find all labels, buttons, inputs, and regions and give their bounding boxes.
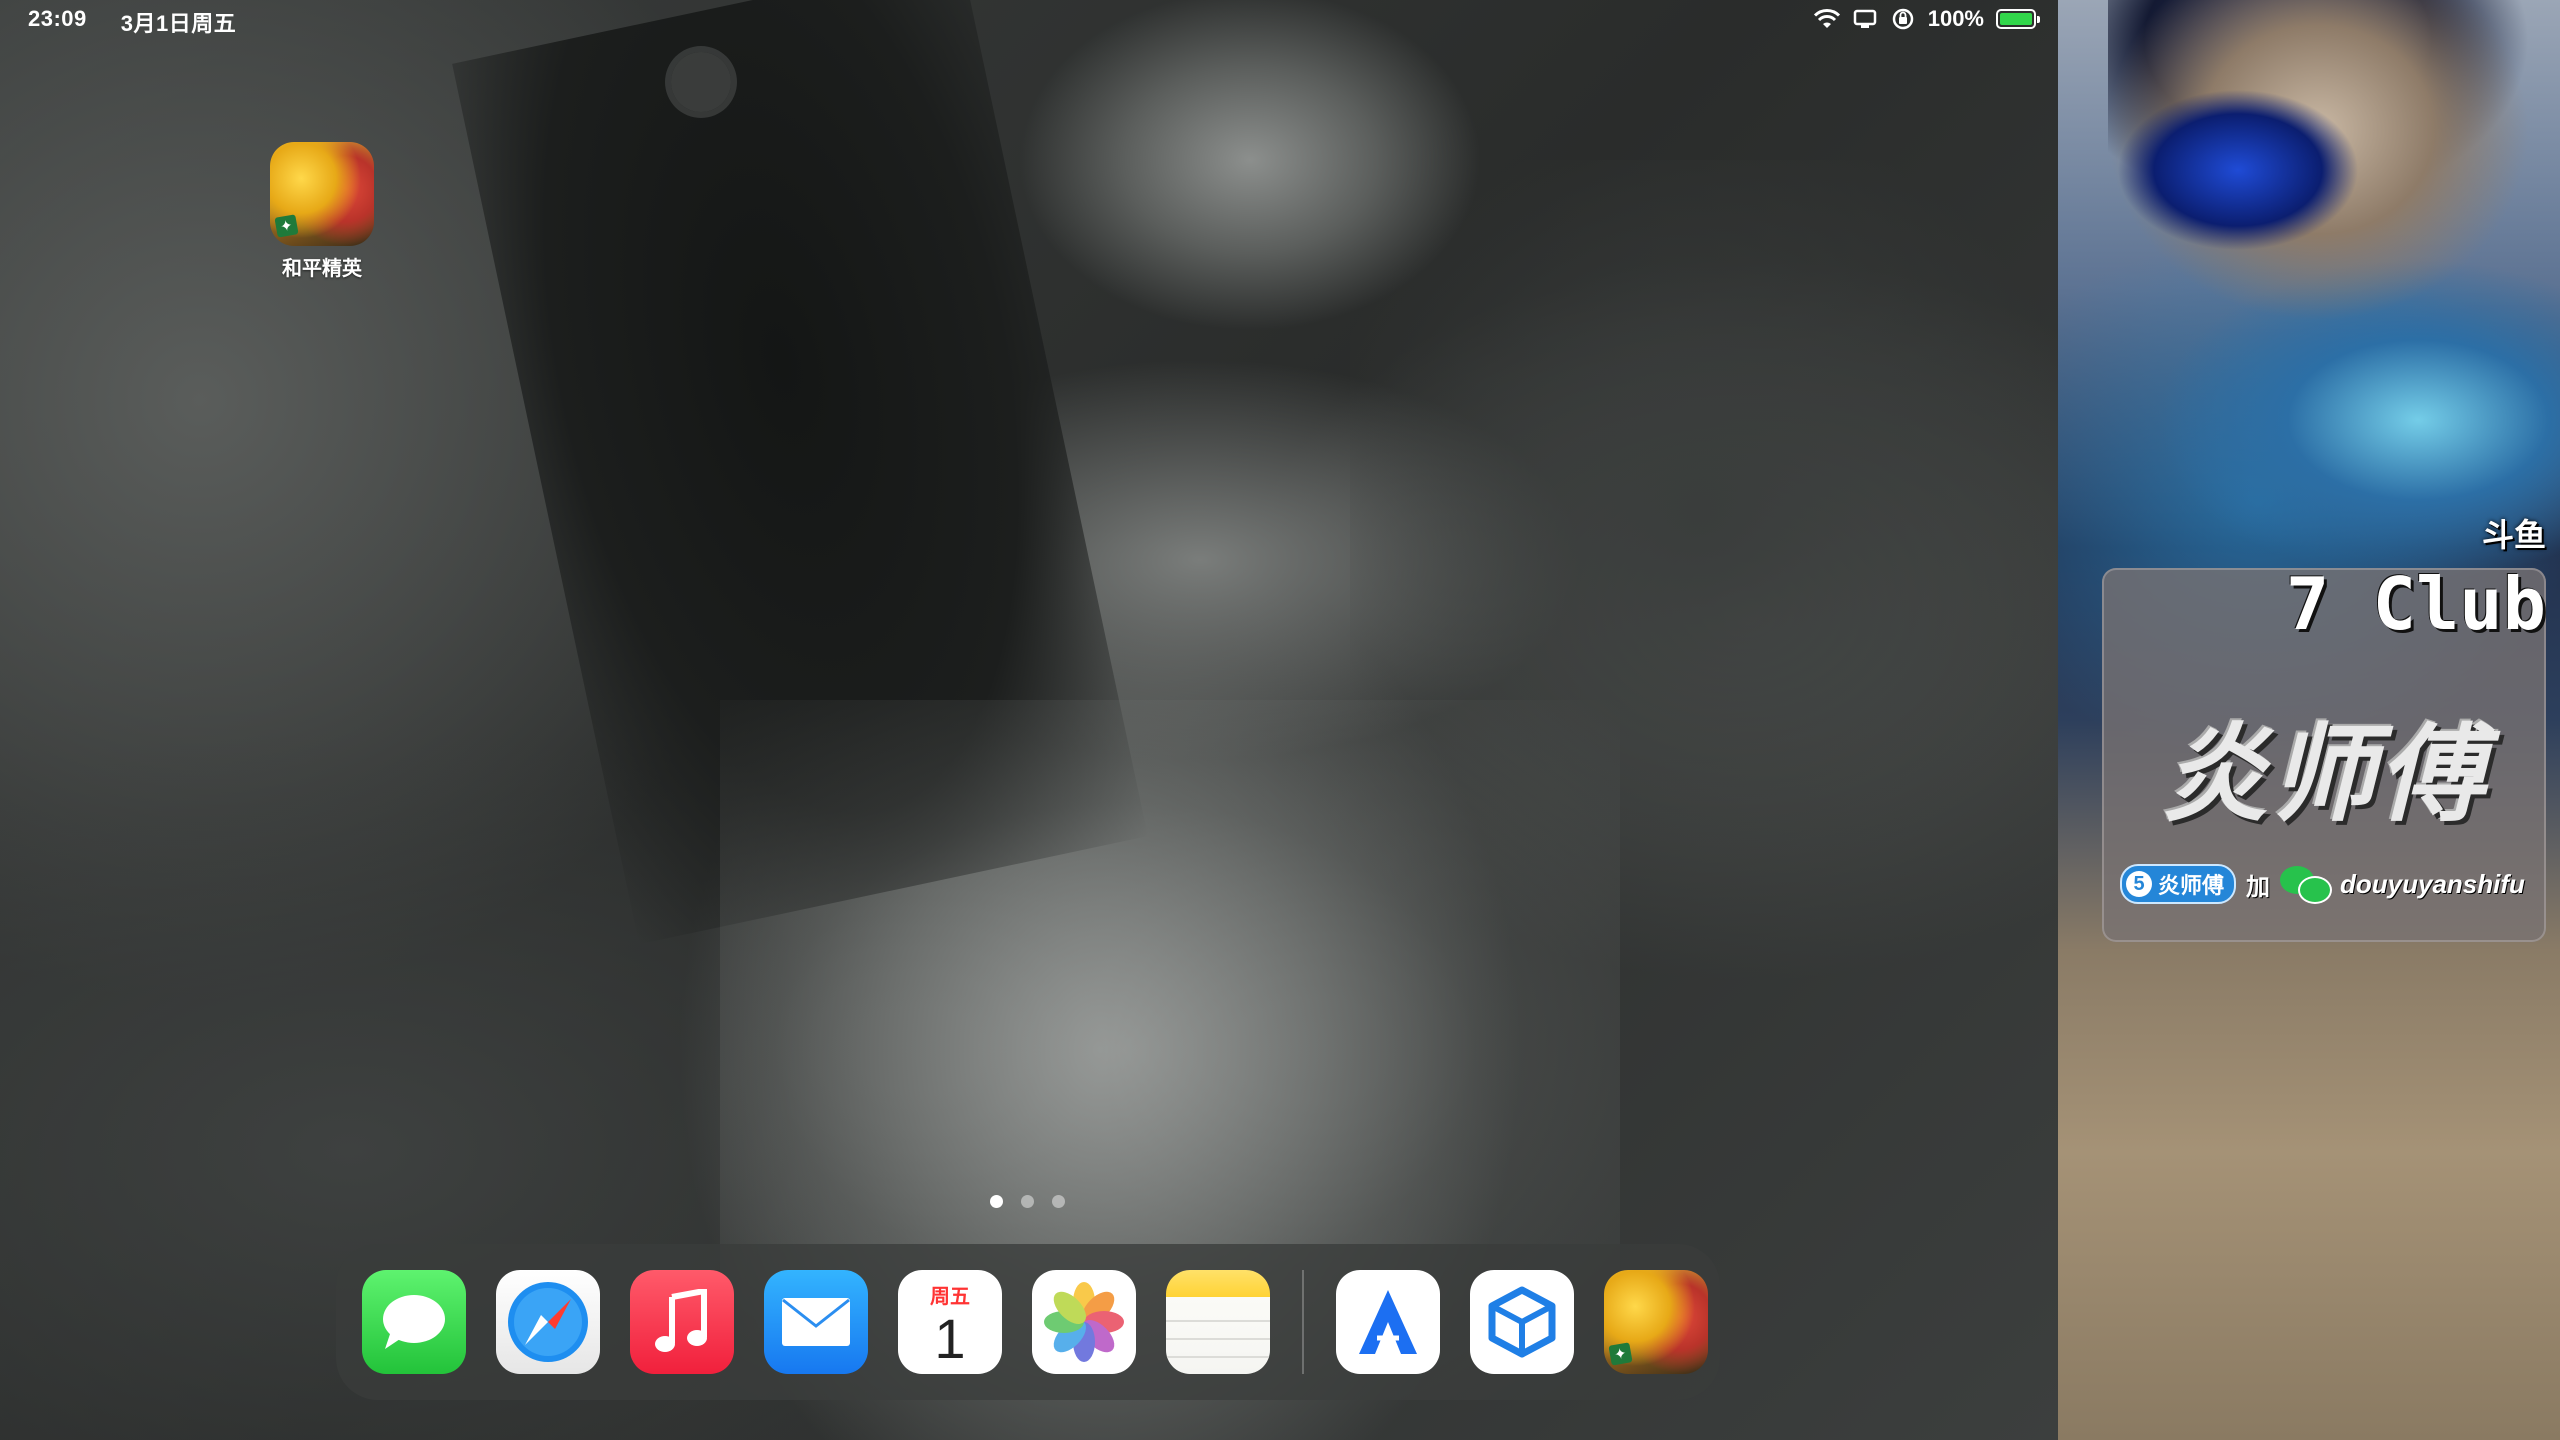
photos-icon[interactable] — [1032, 1270, 1136, 1374]
orientation-lock-icon — [1892, 8, 1913, 30]
calendar-icon[interactable]: 周五 1 — [898, 1270, 1002, 1374]
club-title: 7 Club — [2285, 562, 2546, 646]
compass-icon — [508, 1282, 588, 1362]
home-app-pubg[interactable]: ✦ 和平精英 — [270, 142, 374, 281]
status-bar-right: 100% — [1813, 6, 2040, 32]
fan-badge: 5 炎师傅 — [2120, 864, 2237, 904]
battery-percent: 100% — [1927, 6, 1984, 31]
status-date: 3月1日周五 — [120, 11, 237, 36]
music-note-icon — [655, 1289, 707, 1352]
assistive-touch-button[interactable] — [671, 52, 731, 112]
club-card: 7 Club 炎师傅 5 炎师傅 加 douyuyanshifu — [2102, 562, 2546, 942]
music-icon[interactable] — [630, 1270, 734, 1374]
calendar-date-label: 1 — [934, 1307, 966, 1370]
pubg-mobile-icon[interactable]: ✦ — [270, 142, 374, 246]
page-dot[interactable] — [990, 1195, 1003, 1208]
battery-charging-icon — [1996, 9, 2040, 29]
pubg-mobile-icon[interactable]: ✦ — [1604, 1270, 1708, 1374]
notes-lines — [1166, 1304, 1270, 1374]
pubg-icon-banner: ✦ — [274, 214, 299, 238]
notes-icon[interactable] — [1166, 1270, 1270, 1374]
battery-fill — [2000, 13, 2032, 25]
cube-icon — [1488, 1286, 1556, 1358]
dock: 周五 1 ✦ — [336, 1244, 1720, 1400]
safari-icon[interactable] — [496, 1270, 600, 1374]
streamer-avatar-art — [2108, 0, 2560, 350]
page-dot[interactable] — [1052, 1195, 1065, 1208]
messages-icon[interactable] — [362, 1270, 466, 1374]
wechat-icon — [2280, 866, 2333, 904]
page-dot[interactable] — [1021, 1195, 1034, 1208]
home-app-label: 和平精英 — [282, 258, 362, 280]
box-app-icon[interactable] — [1470, 1270, 1574, 1374]
letter-a-icon — [1359, 1290, 1417, 1354]
flower-icon — [1044, 1282, 1124, 1362]
streamer-name: 炎师傅 — [2162, 716, 2486, 834]
plus-text: 加 — [2246, 873, 2271, 901]
status-bar-left: 23:09 3月1日周五 — [28, 6, 236, 38]
pubg-icon-banner: ✦ — [1608, 1342, 1633, 1366]
badge-label: 炎师傅 — [2158, 873, 2225, 898]
status-time: 23:09 — [28, 6, 87, 31]
page-indicator[interactable] — [990, 1195, 1065, 1208]
ipad-home-screen: 23:09 3月1日周五 100% ✦ 和平精英 周五 1 ✦ — [0, 0, 2058, 1440]
screen-mirroring-icon — [1853, 9, 1876, 28]
dock-separator — [1302, 1270, 1304, 1374]
stream-overlay-panel: 斗鱼 7 Club 炎师傅 5 炎师傅 加 douyuyanshifu — [2058, 0, 2560, 1440]
platform-logo: 斗鱼 — [2481, 517, 2546, 553]
calendar-day-label: 周五 — [930, 1286, 970, 1308]
altstore-icon[interactable] — [1336, 1270, 1440, 1374]
envelope-icon — [782, 1298, 850, 1346]
club-footer: 5 炎师傅 加 douyuyanshifu — [2120, 864, 2536, 904]
badge-number: 5 — [2126, 871, 2152, 897]
wechat-id: douyuyanshifu — [2340, 868, 2525, 899]
speech-bubble-icon — [383, 1295, 445, 1349]
wifi-icon — [1813, 9, 1840, 28]
mail-icon[interactable] — [764, 1270, 868, 1374]
